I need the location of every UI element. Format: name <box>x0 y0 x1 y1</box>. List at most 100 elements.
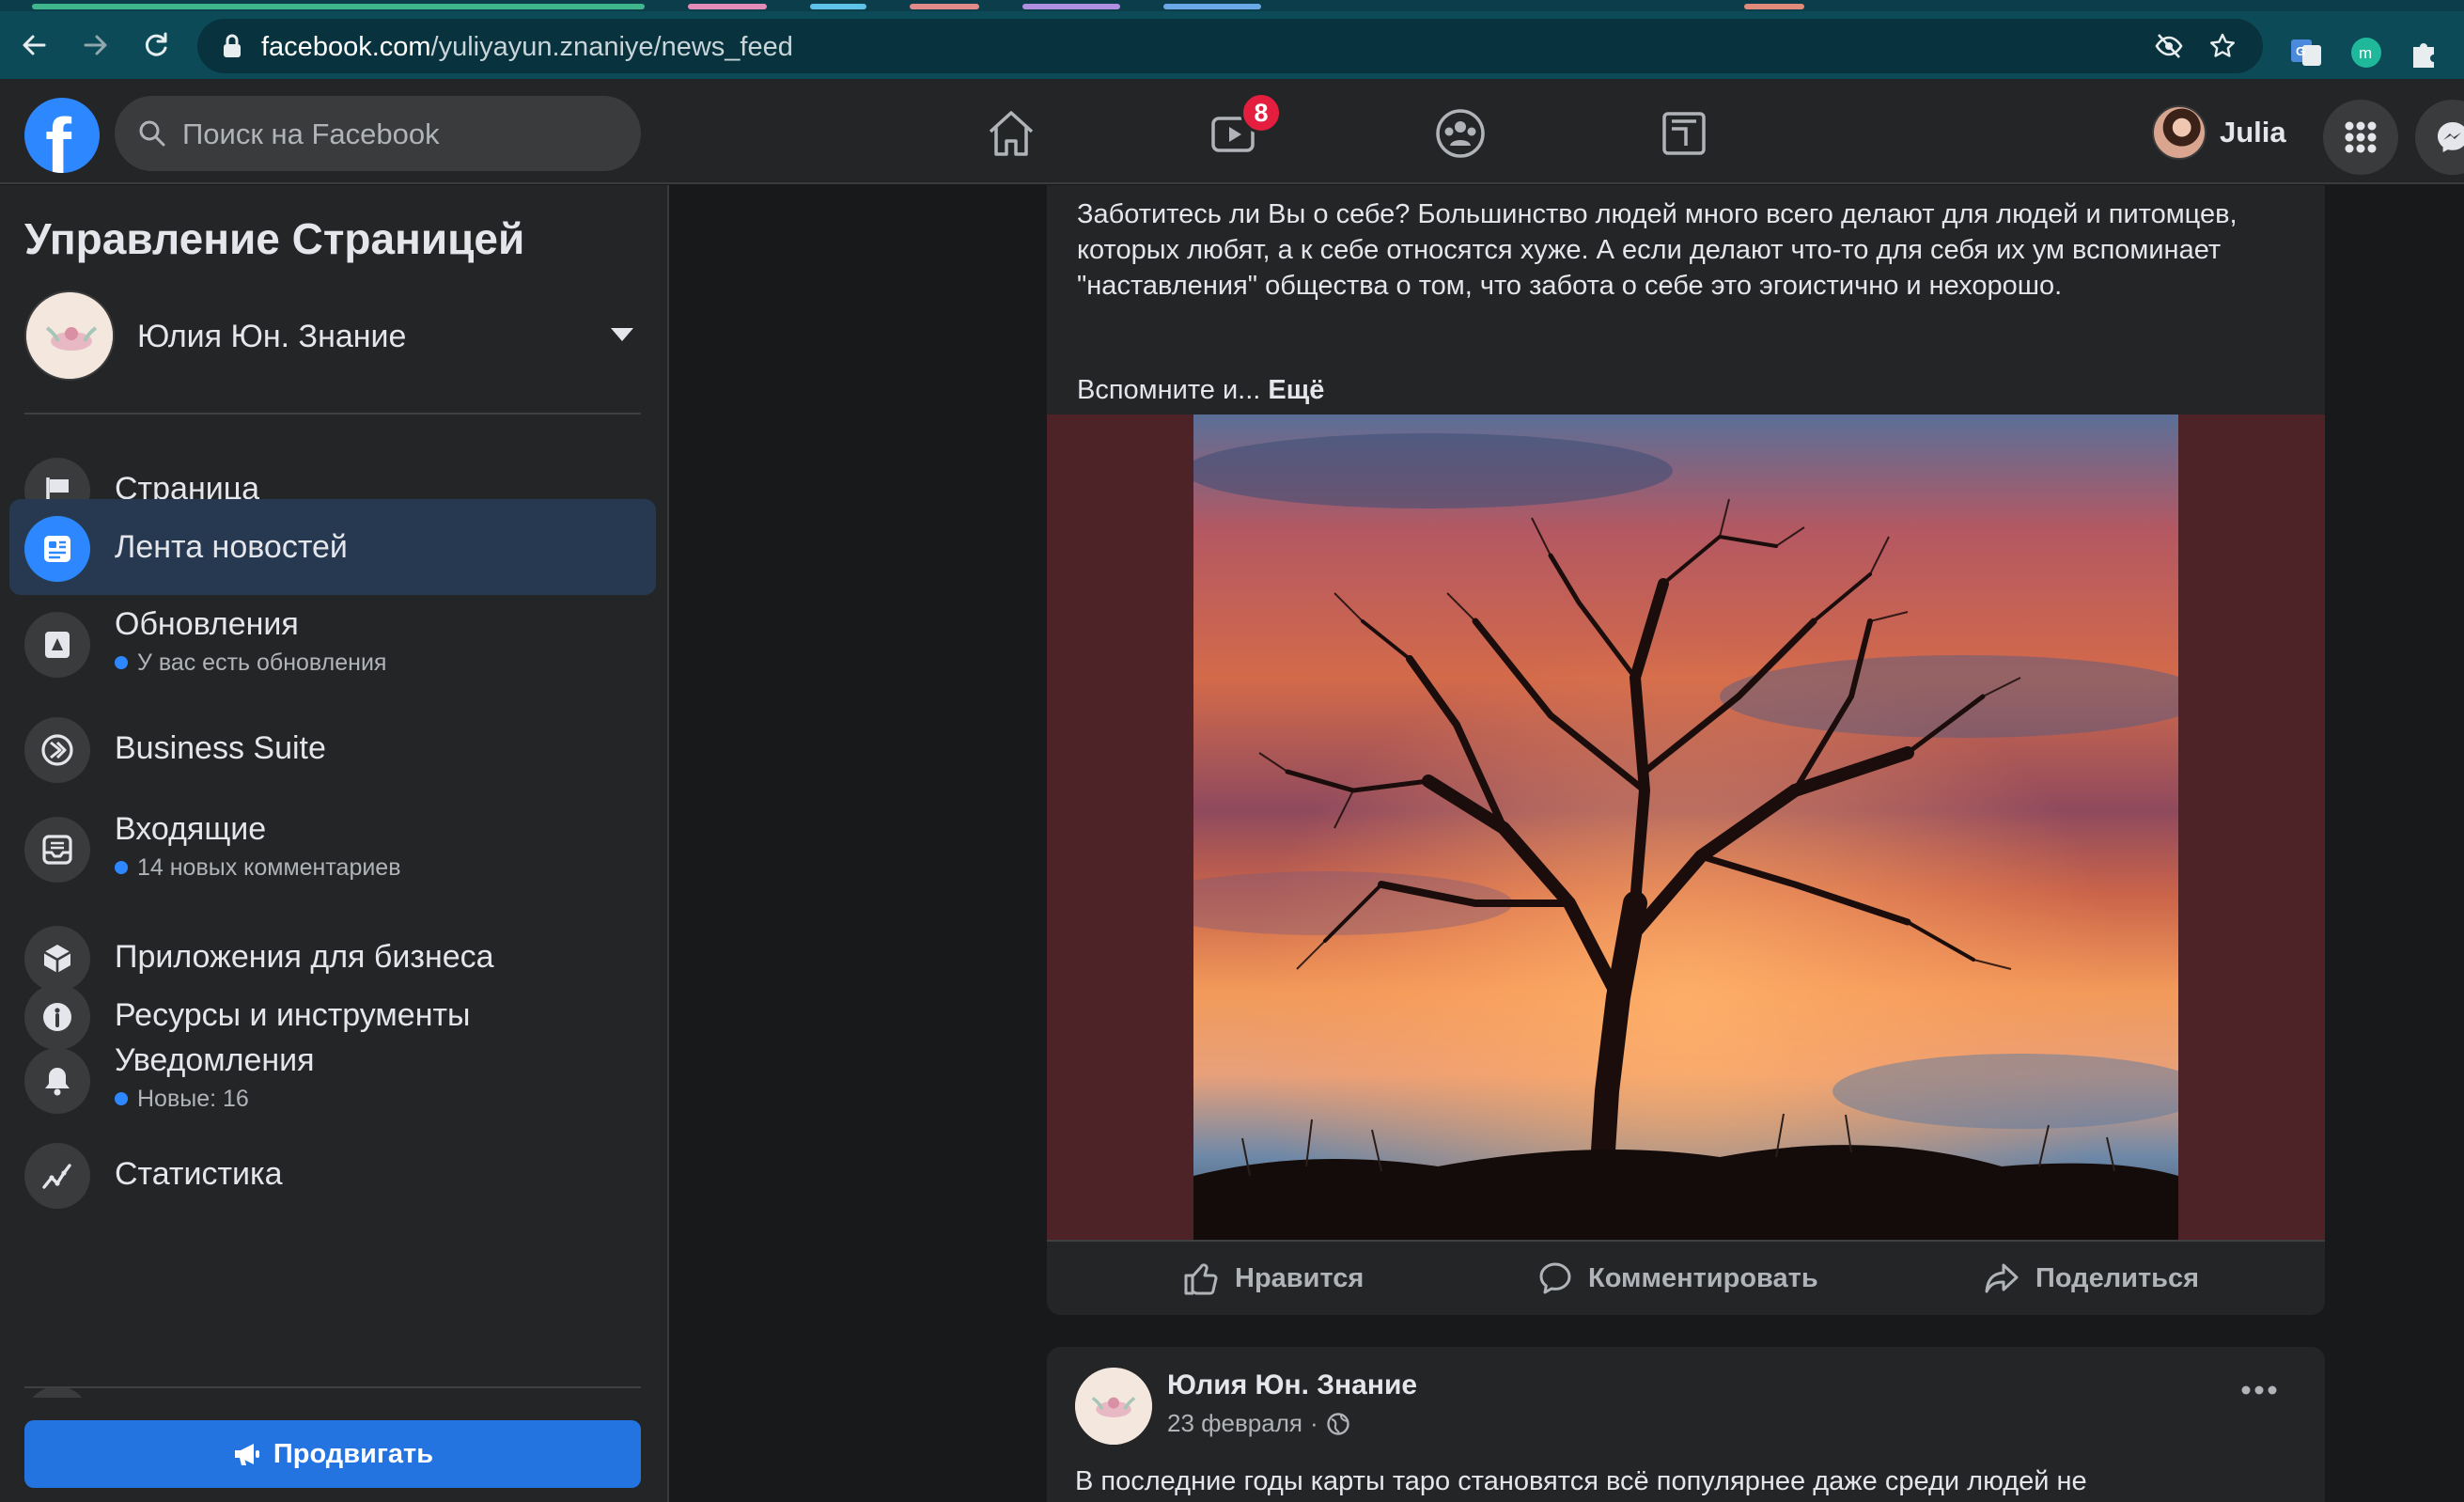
google-translate-icon[interactable]: G <box>2289 36 2323 70</box>
page-switcher[interactable]: Юлия Юн. Знание <box>24 290 645 383</box>
sidebar-item-label: Обновления <box>115 606 299 642</box>
post-meta: 23 февраля · <box>1167 1409 1350 1438</box>
promote-button[interactable]: Продвигать <box>24 1420 641 1488</box>
caret-down-icon[interactable] <box>609 326 635 343</box>
tab-indicator[interactable] <box>688 4 767 9</box>
browser-tab-strip <box>0 0 2464 11</box>
post-text-truncated: Вспомните и... Ещё <box>1077 375 1325 405</box>
forward-button[interactable] <box>77 26 115 64</box>
tab-indicator[interactable] <box>32 4 645 9</box>
tab-indicator[interactable] <box>910 4 979 9</box>
share-icon <box>1985 1263 2019 1293</box>
news-feed-icon <box>24 516 90 582</box>
tab-indicator[interactable] <box>1744 4 1804 9</box>
bell-icon <box>24 1048 90 1114</box>
unread-dot <box>115 656 128 669</box>
home-nav-button[interactable] <box>985 107 1037 160</box>
see-more-link[interactable]: Ещё <box>1268 375 1324 405</box>
sidebar-item-label: Статистика <box>115 1156 283 1192</box>
share-button[interactable]: Поделиться <box>1983 1257 2199 1300</box>
post-text: Заботитесь ли Вы о себе? Большинство люд… <box>1077 199 2238 301</box>
meta-separator: · <box>1309 1409 1318 1437</box>
extension-m-icon[interactable]: m <box>2349 36 2383 70</box>
tab-indicator[interactable] <box>1163 4 1261 9</box>
business-suite-icon <box>24 717 90 783</box>
groups-icon <box>1436 109 1485 158</box>
more-options-icon[interactable] <box>2240 1385 2278 1396</box>
grid-menu-icon <box>2345 121 2377 153</box>
page-management-sidebar: Управление Страницей Юлия Юн. Знание Стр… <box>0 185 669 1502</box>
sidebar-item-notifications[interactable]: Уведомления Новые: 16 <box>9 1031 656 1127</box>
avatar <box>2152 105 2207 160</box>
messenger-icon <box>2438 122 2464 152</box>
reload-button[interactable] <box>137 26 175 64</box>
search-input[interactable]: Поиск на Facebook <box>115 96 641 171</box>
news-feed: Заботитесь ли Вы о себе? Большинство люд… <box>671 185 2464 1502</box>
post-author[interactable]: Юлия Юн. Знание <box>1167 1369 1417 1401</box>
tree-sunset-photo <box>1193 415 2178 1240</box>
unread-dot <box>115 861 128 874</box>
post-actions: Нравится Комментировать Поделиться <box>1047 1240 2325 1315</box>
comment-button[interactable]: Комментировать <box>1537 1257 1818 1300</box>
arrow-right-icon <box>84 35 107 55</box>
like-button[interactable]: Нравится <box>1182 1257 1364 1300</box>
feed-post: Юлия Юн. Знание 23 февраля · В последние… <box>1047 1347 2325 1502</box>
url-path: /yuliyayun.znaniye/news_feed <box>430 32 793 62</box>
home-icon <box>989 111 1034 156</box>
sidebar-item-business-suite[interactable]: Business Suite <box>9 700 656 796</box>
tab-indicator[interactable] <box>810 4 866 9</box>
post-photo[interactable] <box>1047 415 2325 1240</box>
svg-text:G: G <box>2296 44 2305 58</box>
profile-name: Julia <box>2220 116 2286 149</box>
post-text: В последние годы карты таро становятся в… <box>1075 1466 2087 1496</box>
messenger-button[interactable] <box>2415 100 2464 175</box>
menu-button[interactable] <box>2323 100 2398 175</box>
pages-icon <box>1662 112 1706 155</box>
svg-text:m: m <box>2359 44 2372 62</box>
sidebar-item-label: Уведомления <box>115 1042 315 1078</box>
page-avatar <box>24 290 115 381</box>
groups-nav-button[interactable] <box>1434 107 1487 160</box>
inbox-icon <box>24 817 90 883</box>
author-avatar[interactable] <box>1075 1368 1152 1445</box>
lock-icon[interactable] <box>222 34 242 58</box>
pages-nav-button[interactable] <box>1658 107 1710 160</box>
divider <box>24 413 641 415</box>
eye-off-icon[interactable] <box>2154 32 2184 60</box>
stats-icon <box>24 1143 90 1209</box>
tab-indicator[interactable] <box>1022 4 1120 9</box>
sidebar-item-subtitle: У вас есть обновления <box>115 649 386 677</box>
profile-button[interactable]: Julia <box>2152 102 2286 164</box>
page-name: Юлия Юн. Знание <box>137 319 407 354</box>
unread-dot <box>115 1092 128 1105</box>
arrow-left-icon <box>23 35 46 55</box>
sidebar-title: Управление Страницей <box>24 214 525 263</box>
url-text[interactable]: facebook.com/yuliyayun.znaniye/news_feed <box>261 32 793 63</box>
watch-notification-badge: 8 <box>1240 92 1282 133</box>
sidebar-item-news-feed[interactable]: Лента новостей <box>9 499 656 595</box>
sidebar-item-statistics[interactable]: Статистика <box>9 1126 656 1222</box>
reload-icon <box>145 32 167 56</box>
promote-label: Продвигать <box>273 1438 434 1469</box>
feed-post: Заботитесь ли Вы о себе? Большинство люд… <box>1047 185 2325 1315</box>
sidebar-item-label: Ресурсы и инструменты <box>115 997 471 1033</box>
sidebar-item-inbox[interactable]: Входящие 14 новых комментариев <box>9 800 656 896</box>
sidebar-item-subtitle: 14 новых комментариев <box>115 854 401 882</box>
divider <box>24 1386 641 1388</box>
address-bar[interactable]: facebook.com/yuliyayun.znaniye/news_feed <box>197 19 2263 73</box>
sidebar-item-label: Business Suite <box>115 730 326 766</box>
facebook-header: f Поиск на Facebook 8 Julia <box>0 79 2464 184</box>
back-button[interactable] <box>15 26 53 64</box>
sidebar-item-subtitle: Новые: 16 <box>115 1086 249 1113</box>
search-icon <box>139 120 165 147</box>
sidebar-item-partial[interactable] <box>9 1369 656 1398</box>
star-icon[interactable] <box>2208 32 2237 60</box>
globe-icon <box>1326 1412 1349 1435</box>
url-host: facebook.com <box>261 32 431 62</box>
sidebar-item-updates[interactable]: Обновления У вас есть обновления <box>9 595 656 691</box>
browser-toolbar: facebook.com/yuliyayun.znaniye/news_feed… <box>0 11 2464 79</box>
post-date[interactable]: 23 февраля <box>1167 1409 1302 1438</box>
facebook-logo-icon[interactable]: f <box>24 98 100 173</box>
thumbs-up-icon <box>1184 1263 1218 1295</box>
puzzle-icon[interactable] <box>2408 36 2441 70</box>
